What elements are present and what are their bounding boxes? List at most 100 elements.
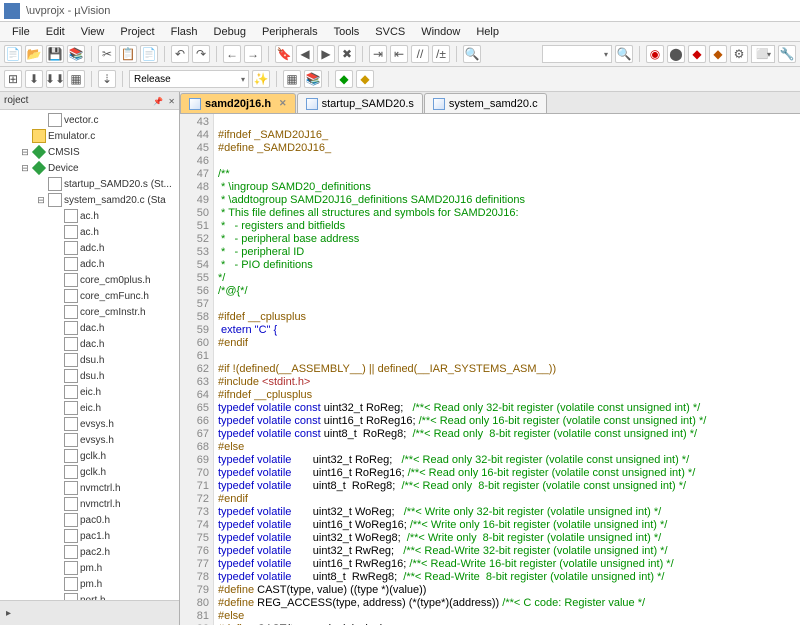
build-icon[interactable]: ⬇ [25,70,43,88]
tree-item[interactable]: ⊟Device [0,160,179,176]
menu-flash[interactable]: Flash [163,24,206,40]
outdent-icon[interactable]: ⇤ [390,45,408,63]
tree-item[interactable]: ⊟ system_samd20.c (Sta [0,192,179,208]
tree-item[interactable]: eic.h [0,384,179,400]
cut-icon[interactable]: ✂ [98,45,116,63]
rebuild-icon[interactable]: ⬇⬇ [46,70,64,88]
nav-fwd-icon[interactable]: → [244,45,262,63]
tree-item[interactable]: evsys.h [0,416,179,432]
insert-icon[interactable]: ◆ [688,45,706,63]
tree-item[interactable]: nvmctrl.h [0,496,179,512]
editor-tab[interactable]: samd20j16.h✕ [180,93,296,113]
tree-item[interactable]: startup_SAMD20.s (St... [0,176,179,192]
tree-item[interactable]: port.h [0,592,179,600]
uncomment-icon[interactable]: /± [432,45,450,63]
tree-item[interactable]: adc.h [0,256,179,272]
tree-item[interactable]: gclk.h [0,448,179,464]
find-combo[interactable] [542,45,612,63]
menu-file[interactable]: File [4,24,38,40]
tree-item[interactable]: pac2.h [0,544,179,560]
download-icon[interactable]: ⇣ [98,70,116,88]
tree-item[interactable]: nvmctrl.h [0,480,179,496]
tree-item[interactable]: evsys.h [0,432,179,448]
menu-svcs[interactable]: SVCS [367,24,413,40]
tree-item[interactable]: vector.c [0,112,179,128]
redo-icon[interactable]: ↷ [192,45,210,63]
tree-item[interactable]: ac.h [0,208,179,224]
tree-item[interactable]: dsu.h [0,352,179,368]
tree-item[interactable]: core_cm0plus.h [0,272,179,288]
tree-item[interactable]: dsu.h [0,368,179,384]
tree-item[interactable]: dac.h [0,320,179,336]
menu-help[interactable]: Help [468,24,507,40]
code-area[interactable]: 4344454647484950515253545556575859606162… [180,114,800,625]
wrench-icon[interactable]: 🔧 [778,45,796,63]
editor-tab[interactable]: system_samd20.c [424,93,547,113]
bookmark-prev-icon[interactable]: ◀ [296,45,314,63]
tree-item[interactable]: dac.h [0,336,179,352]
find-icon[interactable]: 🔍 [463,45,481,63]
tree-item[interactable]: gclk.h [0,464,179,480]
rte-icon[interactable]: ◆ [356,70,374,88]
tree-item[interactable]: pm.h [0,576,179,592]
tree-item[interactable]: core_cmFunc.h [0,288,179,304]
books-icon[interactable]: 📚 [304,70,322,88]
save-icon[interactable]: 💾 [46,45,64,63]
manage-icon[interactable]: ▦ [283,70,301,88]
saveall-icon[interactable]: 📚 [67,45,85,63]
copy-icon[interactable]: 📋 [119,45,137,63]
bookmark-next-icon[interactable]: ▶ [317,45,335,63]
comment-icon[interactable]: // [411,45,429,63]
nav-back-icon[interactable]: ← [223,45,241,63]
expand-icon[interactable]: ⊟ [20,163,30,174]
batch-icon[interactable]: ▦ [67,70,85,88]
tree-item[interactable]: Emulator.c [0,128,179,144]
bookmark-clear-icon[interactable]: ✖ [338,45,356,63]
source-code[interactable]: #ifndef _SAMD20J16_#define _SAMD20J16_/*… [214,114,800,625]
breakpoint-icon[interactable]: ⬤ [667,45,685,63]
close-icon[interactable]: ✕ [279,98,287,109]
options-icon[interactable]: ✨ [252,70,270,88]
tree-label: system_samd20.c (Sta [64,195,166,206]
menu-project[interactable]: Project [112,24,162,40]
search-icon[interactable]: 🔍 [615,45,633,63]
config-icon[interactable]: ⚙ [730,45,748,63]
kill-icon[interactable]: ◆ [709,45,727,63]
tree-item[interactable]: core_cmInstr.h [0,304,179,320]
debug-icon[interactable]: ◉ [646,45,664,63]
menu-debug[interactable]: Debug [206,24,254,40]
expand-icon[interactable]: ⊟ [20,147,30,158]
tree-item[interactable]: ⊟CMSIS [0,144,179,160]
target-combo[interactable]: Release [129,70,249,88]
pack-icon[interactable]: ◆ [335,70,353,88]
translate-icon[interactable]: ⊞ [4,70,22,88]
tree-item[interactable]: pm.h [0,560,179,576]
menu-peripherals[interactable]: Peripherals [254,24,326,40]
menu-tools[interactable]: Tools [326,24,368,40]
tree-item[interactable]: ac.h [0,224,179,240]
tree-item[interactable]: pac1.h [0,528,179,544]
tree-label: dsu.h [80,355,104,366]
file-icon [48,113,62,127]
editor-tab[interactable]: startup_SAMD20.s [297,93,423,113]
menu-window[interactable]: Window [413,24,468,40]
new-icon[interactable]: 📄 [4,45,22,63]
menu-edit[interactable]: Edit [38,24,73,40]
pin-icon[interactable]: 📌 [153,97,163,106]
open-icon[interactable]: 📂 [25,45,43,63]
bookmark-icon[interactable]: 🔖 [275,45,293,63]
project-tree[interactable]: vector.cEmulator.c⊟CMSIS⊟Devicestartup_S… [0,110,179,600]
undo-icon[interactable]: ↶ [171,45,189,63]
indent-icon[interactable]: ⇥ [369,45,387,63]
paste-icon[interactable]: 📄 [140,45,158,63]
tree-item[interactable]: eic.h [0,400,179,416]
tree-label: pac0.h [80,515,110,526]
sidebar-tabs[interactable]: ▸ [0,600,179,625]
menu-view[interactable]: View [73,24,113,40]
tree-item[interactable]: adc.h [0,240,179,256]
separator [276,71,277,87]
tools-combo[interactable]: ⬜ [751,45,775,63]
close-icon[interactable]: ✕ [168,97,175,106]
expand-icon[interactable]: ⊟ [36,195,46,206]
tree-item[interactable]: pac0.h [0,512,179,528]
